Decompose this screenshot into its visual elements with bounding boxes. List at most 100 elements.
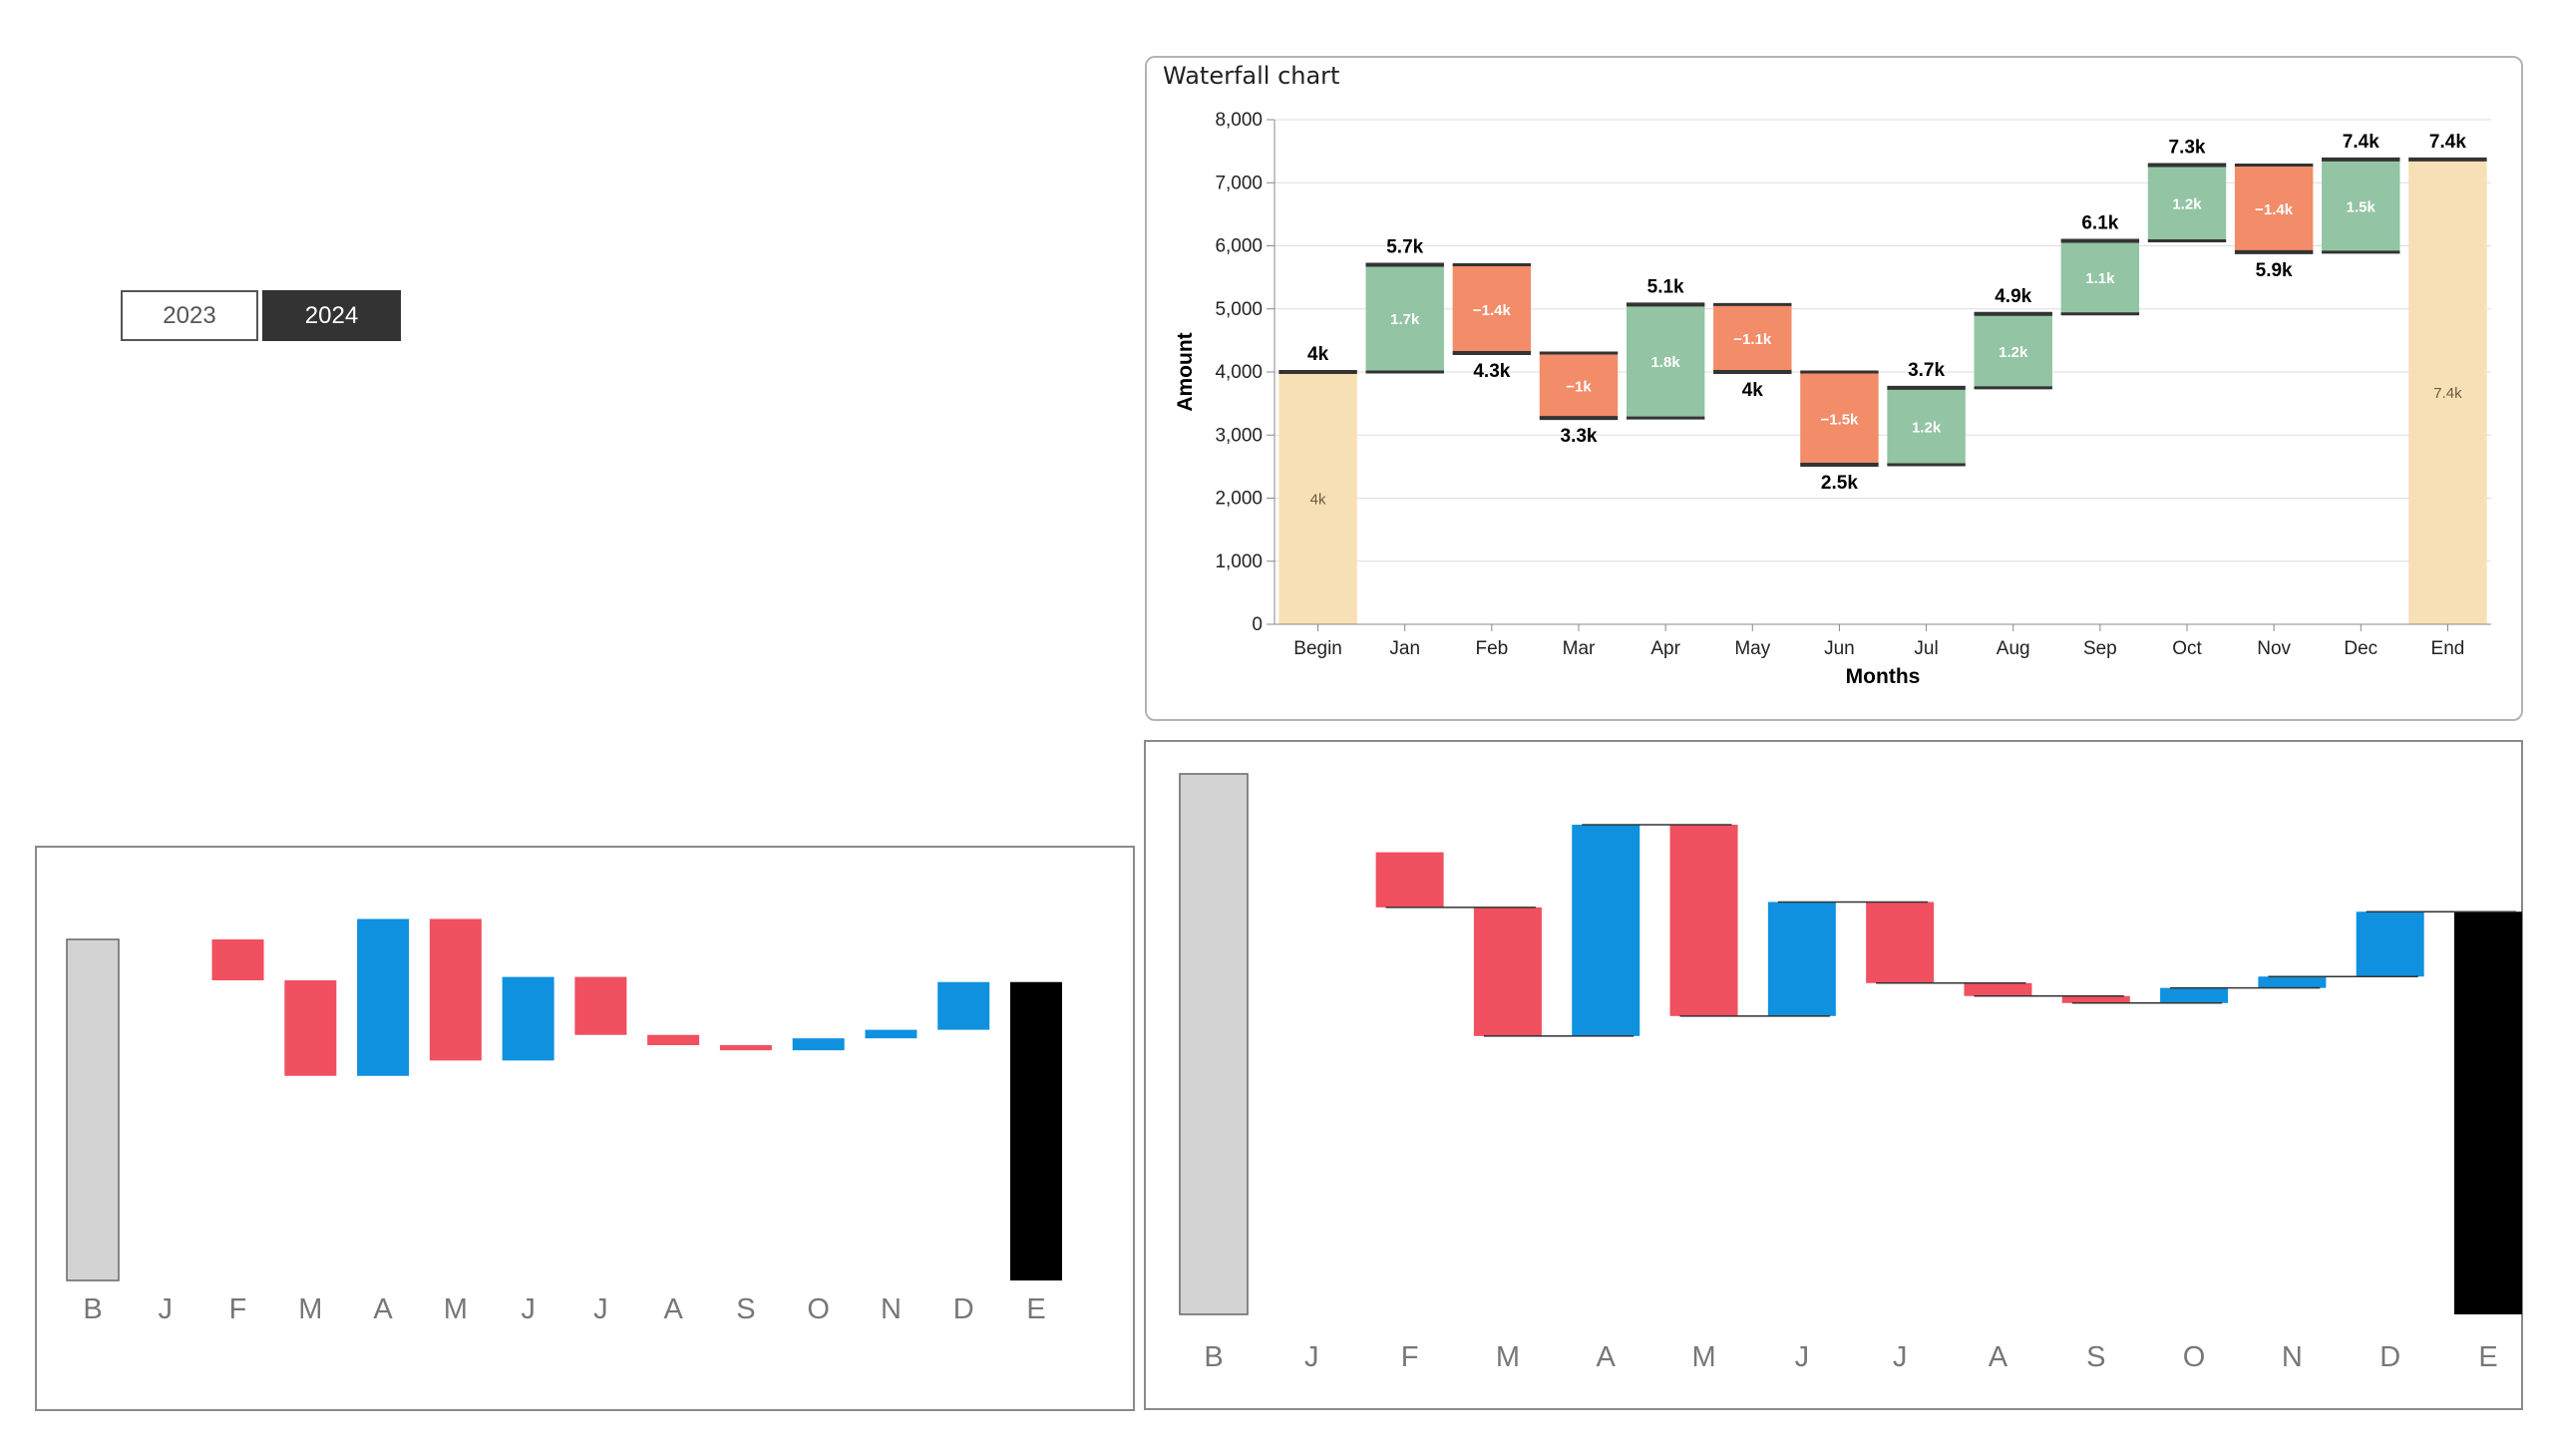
- y-tick-label: 1,000: [1215, 551, 1263, 572]
- running-total-label: 4k: [1307, 344, 1329, 365]
- y-tick-label: 7,000: [1215, 173, 1263, 193]
- x-tick-label: Aug: [1997, 638, 2030, 659]
- x-tick-label: J: [1893, 1341, 1908, 1373]
- waterfall-bar: [284, 980, 337, 1076]
- waterfall-bar: [357, 918, 410, 1076]
- x-tick-label: M: [298, 1293, 322, 1325]
- waterfall-bar: [2061, 995, 2130, 1003]
- x-tick-label: S: [2086, 1341, 2105, 1373]
- waterfall-bar: [792, 1038, 845, 1051]
- year-2023-button[interactable]: 2023: [121, 290, 258, 341]
- waterfall-bar: [937, 981, 990, 1030]
- bar-value-label: 7.4k: [2433, 385, 2462, 402]
- waterfall-bar: [2258, 976, 2327, 988]
- waterfall-bar: [2454, 911, 2522, 1314]
- x-tick-label: E: [2478, 1341, 2497, 1373]
- running-total-label: 3.7k: [1908, 360, 1945, 381]
- waterfall-bar: [2356, 911, 2424, 977]
- y-tick-label: 5,000: [1215, 299, 1263, 320]
- x-tick-label: A: [373, 1293, 393, 1325]
- bar-value-label: 4k: [1310, 492, 1326, 509]
- y-tick-label: 3,000: [1215, 425, 1263, 446]
- x-tick-label: M: [444, 1293, 468, 1325]
- x-tick-label: May: [1734, 638, 1770, 659]
- x-tick-label: Begin: [1293, 638, 1342, 659]
- bar-value-label: 1.2k: [1999, 344, 2028, 361]
- x-tick-label: J: [1304, 1341, 1319, 1373]
- waterfall-bar: [1179, 773, 1249, 1315]
- mini-waterfall-chart-right: BJFMAMJJASONDE: [1179, 773, 2522, 1373]
- waterfall-bar: [1964, 982, 2032, 996]
- running-total-label: 5.1k: [1647, 276, 1684, 297]
- y-tick-label: 0: [1252, 614, 1263, 635]
- waterfall-bar: [66, 938, 120, 1281]
- waterfall-bar: [2160, 987, 2229, 1003]
- x-tick-label: Jan: [1389, 638, 1420, 659]
- running-total-label: 6.1k: [2081, 212, 2118, 233]
- x-tick-label: Dec: [2344, 638, 2377, 659]
- x-tick-label: F: [229, 1293, 247, 1325]
- x-tick-label: J: [521, 1293, 536, 1325]
- x-tick-label: J: [1795, 1341, 1810, 1373]
- running-total-label: 5.9k: [2256, 260, 2293, 281]
- running-total-label: 4k: [1742, 380, 1764, 401]
- waterfall-bar: [1473, 907, 1542, 1036]
- x-tick-label: N: [881, 1293, 902, 1325]
- x-tick-label: A: [1597, 1341, 1617, 1373]
- running-total-label: 4.3k: [1473, 361, 1510, 382]
- waterfall-bar: [211, 939, 264, 981]
- x-tick-label: B: [83, 1293, 102, 1325]
- bar-value-label: 1.1k: [2085, 270, 2115, 287]
- waterfall-bar: [1866, 902, 1935, 983]
- bar-value-label: −1.5k: [1820, 411, 1859, 428]
- bar-value-label: −1k: [1566, 379, 1592, 396]
- year-2024-button[interactable]: 2024: [262, 290, 401, 341]
- x-axis-title: Months: [1846, 665, 1921, 688]
- waterfall-bar: [1375, 852, 1444, 908]
- y-axis-title: Amount: [1174, 332, 1197, 411]
- x-tick-label: N: [2282, 1341, 2303, 1373]
- running-total-label: 2.5k: [1821, 473, 1858, 494]
- x-tick-label: M: [1496, 1341, 1520, 1373]
- x-tick-label: Jul: [1914, 638, 1938, 659]
- x-tick-label: Nov: [2257, 638, 2291, 659]
- waterfall-bar: [1572, 824, 1641, 1036]
- running-total-label: 3.3k: [1561, 426, 1598, 447]
- x-tick-label: D: [2379, 1341, 2400, 1373]
- x-tick-label: J: [593, 1293, 608, 1325]
- x-tick-label: E: [1026, 1293, 1045, 1325]
- running-total-label: 4.9k: [1995, 286, 2031, 307]
- x-tick-label: Oct: [2172, 638, 2202, 659]
- running-total-label: 5.7k: [1386, 236, 1423, 257]
- x-tick-label: A: [663, 1293, 683, 1325]
- waterfall-bar: [1669, 824, 1738, 1016]
- y-tick-label: 4,000: [1215, 362, 1263, 383]
- waterfall-chart-panel: Waterfall chart 0 1,000 2,000 3,000 4,000 5,0…: [1145, 56, 2523, 721]
- x-tick-label: Jun: [1824, 638, 1855, 659]
- waterfall-bar: [429, 918, 482, 1061]
- x-tick-label: O: [2183, 1341, 2206, 1373]
- bar-value-label: −1.4k: [1473, 302, 1512, 319]
- bar-value-label: 1.2k: [1912, 419, 1942, 436]
- y-tick-label: 2,000: [1215, 489, 1263, 510]
- bar-value-label: 1.5k: [2347, 198, 2376, 215]
- x-tick-label: A: [1989, 1341, 2008, 1373]
- running-total-label: 7.4k: [2343, 132, 2379, 153]
- waterfall-bar: [719, 1045, 772, 1051]
- mini-waterfall-panel-right: BJFMAMJJASONDE: [1144, 740, 2523, 1410]
- x-tick-label: J: [159, 1293, 174, 1325]
- x-tick-label: O: [807, 1293, 830, 1325]
- waterfall-bar: [502, 976, 554, 1061]
- bar-value-label: −1.1k: [1733, 331, 1772, 348]
- bar-value-label: 1.2k: [2172, 195, 2202, 212]
- mini-waterfall-chart-left: BJFMAMJJASONDE: [66, 918, 1062, 1325]
- bar-value-label: 1.7k: [1390, 311, 1420, 328]
- y-tick-label: 6,000: [1215, 236, 1263, 257]
- x-tick-label: F: [1401, 1341, 1419, 1373]
- mini-waterfall-panel-left: BJFMAMJJASONDE: [35, 846, 1135, 1411]
- x-tick-label: Feb: [1475, 638, 1508, 659]
- x-tick-label: End: [2431, 638, 2465, 659]
- x-tick-label: M: [1691, 1341, 1715, 1373]
- x-tick-label: Sep: [2083, 638, 2117, 659]
- x-tick-label: Apr: [1650, 638, 1680, 659]
